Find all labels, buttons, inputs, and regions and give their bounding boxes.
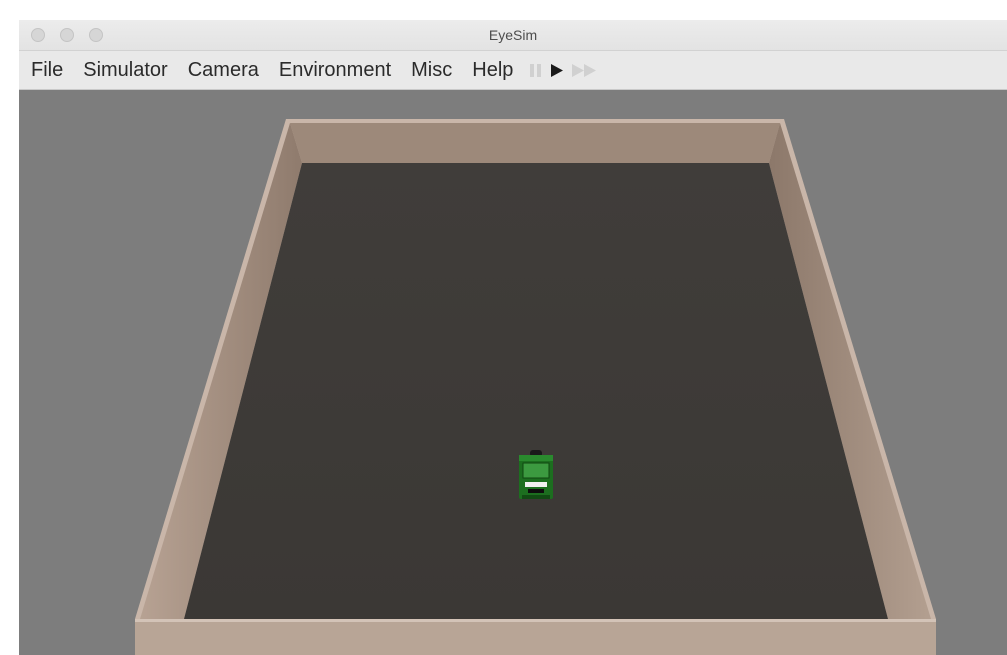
menu-help[interactable]: Help (462, 51, 523, 89)
robot-base (522, 495, 550, 499)
app-window: EyeSim File Simulator Camera Environment… (19, 20, 1007, 655)
play-icon (551, 64, 564, 77)
title-bar: EyeSim (19, 20, 1007, 51)
fast-forward-icon (572, 64, 597, 77)
robot[interactable] (519, 450, 553, 499)
menu-simulator[interactable]: Simulator (73, 51, 177, 89)
play-button[interactable] (549, 62, 565, 78)
arena-far-wall (290, 123, 780, 163)
menu-environment[interactable]: Environment (269, 51, 401, 89)
arena-floor (184, 163, 888, 619)
robot-connector (528, 489, 544, 493)
arena-near-wall (135, 619, 936, 655)
menu-bar: File Simulator Camera Environment Misc H… (19, 51, 1007, 90)
pause-icon (530, 64, 542, 77)
robot-label (525, 482, 547, 487)
pause-button[interactable] (529, 62, 543, 78)
simulation-viewport[interactable] (19, 90, 1007, 655)
robot-display (522, 462, 550, 479)
arena-near-wall-highlight (135, 619, 936, 622)
robot-top-strip (519, 455, 553, 461)
menu-misc[interactable]: Misc (401, 51, 462, 89)
fast-forward-button[interactable] (571, 62, 599, 78)
menu-camera[interactable]: Camera (178, 51, 269, 89)
menu-file[interactable]: File (19, 51, 73, 89)
window-title: EyeSim (488, 27, 538, 43)
